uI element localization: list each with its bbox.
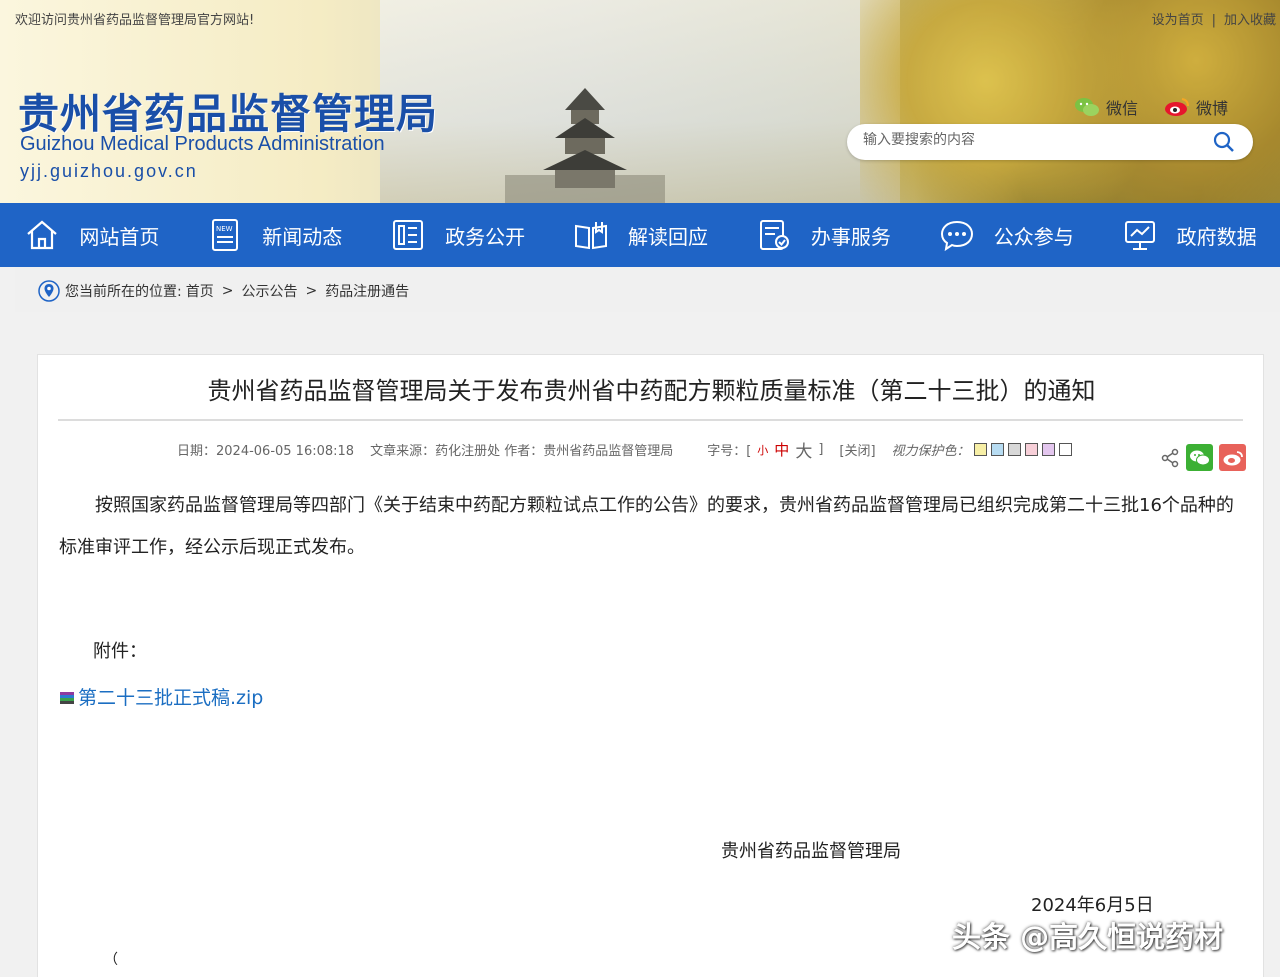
attachment-label: 附件：: [93, 641, 147, 662]
eye-color-purple[interactable]: [1041, 443, 1055, 456]
location-pin-icon: [38, 280, 60, 302]
weibo-icon: [1165, 98, 1190, 116]
pavilion-illustration: [505, 88, 665, 203]
share-icon[interactable]: [1160, 448, 1180, 468]
font-size-small[interactable]: 小: [757, 442, 768, 458]
signer: 贵州省药品监督管理局: [721, 841, 901, 862]
breadcrumb-separator: >: [221, 283, 234, 299]
breadcrumb-prefix: 您当前所在的位置:: [65, 284, 182, 300]
home-icon: [27, 220, 58, 250]
service-icon: [759, 220, 789, 250]
site-logo-english: Guizhou Medical Products Administration: [20, 133, 385, 155]
font-size-label: 字号：[: [707, 444, 752, 459]
attachment-link[interactable]: 第二十三批正式稿.zip: [59, 683, 263, 710]
set-home-link[interactable]: 设为首页: [1152, 13, 1204, 28]
link-separator: |: [1211, 13, 1216, 28]
nav-item-gov-data[interactable]: 政府数据: [1097, 203, 1280, 267]
header-banner: 欢迎访问贵州省药品监督管理局官方网站! 设为首页 | 加入收藏 贵州省药品监督管理局…: [0, 0, 1280, 203]
weibo-icon: [1223, 450, 1243, 465]
breadcrumb-separator: >: [305, 283, 318, 299]
article-meta: 日期：2024-06-05 16:08:18 文章来源：药化注册处 作者：贵州省…: [177, 437, 1072, 462]
search-input[interactable]: [863, 132, 1193, 148]
nav-label: 办事服务: [810, 224, 891, 249]
eye-color-gray[interactable]: [1007, 443, 1021, 456]
title-divider: [58, 419, 1243, 421]
book-icon: [575, 222, 607, 250]
search-box: [847, 124, 1253, 160]
nav-label: 公众参与: [993, 224, 1074, 249]
eye-color-pink[interactable]: [1024, 443, 1038, 456]
article-body: 按照国家药品监督管理局等四部门《关于结束中药配方颗粒试点工作的公告》的要求，贵州…: [59, 485, 1245, 569]
weibo-link[interactable]: 微博: [1164, 95, 1228, 119]
welcome-text: 欢迎访问贵州省药品监督管理局官方网站!: [15, 13, 255, 28]
nav-label: 政府数据: [1176, 224, 1257, 249]
wechat-icon: [1189, 450, 1210, 465]
article-title: 贵州省药品监督管理局关于发布贵州省中药配方颗粒质量标准（第二十三批）的通知: [207, 377, 1096, 405]
eye-color-white[interactable]: [1058, 443, 1072, 456]
text-fragment: （: [104, 952, 118, 968]
add-favorite-link[interactable]: 加入收藏: [1224, 13, 1276, 28]
font-size-end: ]: [818, 442, 824, 457]
nav-item-home[interactable]: 网站首页: [0, 203, 183, 267]
document-icon: [393, 220, 424, 250]
share-weibo-button[interactable]: [1219, 444, 1246, 471]
data-icon: [1124, 221, 1155, 250]
main-nav: 网站首页 NEW 新闻动态 政务公开 解读回应 办事服务 公众参与 政府数据: [0, 203, 1280, 267]
article-paragraph: 按照国家药品监督管理局等四部门《关于结束中药配方颗粒试点工作的公告》的要求，贵州…: [59, 495, 1234, 558]
news-icon: NEW: [212, 219, 239, 251]
wechat-label: 微信: [1106, 99, 1139, 118]
wechat-icon: [1075, 98, 1099, 116]
close-link[interactable]: [关闭]: [839, 440, 875, 459]
top-links: 设为首页 | 加入收藏: [1152, 9, 1276, 28]
breadcrumb: 您当前所在的位置: 首页 > 公示公告 > 药品注册通告: [37, 279, 409, 303]
eye-color-yellow[interactable]: [973, 443, 987, 456]
zip-file-icon: [60, 691, 74, 704]
breadcrumb-bar: 您当前所在的位置: 首页 > 公示公告 > 药品注册通告: [15, 267, 1280, 312]
site-url: yjj.guizhou.gov.cn: [20, 161, 198, 181]
nav-item-participation[interactable]: 公众参与: [914, 203, 1097, 267]
social-links: 微信 微博: [1074, 95, 1246, 119]
nav-label: 解读回应: [628, 224, 708, 249]
eye-protection-label: 视力保护色：: [891, 444, 970, 459]
nav-item-public-affairs[interactable]: 政务公开: [366, 203, 549, 267]
eye-color-blue[interactable]: [990, 443, 1004, 456]
publish-date: 日期：2024-06-05 16:08:18: [177, 444, 355, 459]
nav-label: 政务公开: [445, 224, 526, 249]
search-icon[interactable]: [1213, 131, 1235, 153]
site-logo-title[interactable]: 贵州省药品监督管理局: [18, 80, 438, 140]
wechat-link[interactable]: 微信: [1074, 95, 1138, 119]
nav-item-services[interactable]: 办事服务: [731, 203, 914, 267]
nav-label: 网站首页: [79, 224, 160, 249]
font-size-large[interactable]: 大: [795, 437, 812, 462]
breadcrumb-notices[interactable]: 公示公告: [241, 281, 297, 301]
breadcrumb-home[interactable]: 首页: [186, 281, 214, 301]
attachment-filename: 第二十三批正式稿.zip: [78, 687, 264, 709]
svg-text:NEW: NEW: [216, 225, 233, 233]
font-size-medium[interactable]: 中: [774, 439, 789, 460]
watermark: 头条 @高久恒说药材: [952, 920, 1224, 954]
weibo-label: 微博: [1196, 99, 1229, 118]
nav-label: 新闻动态: [262, 224, 343, 249]
share-wechat-button[interactable]: [1186, 444, 1213, 471]
nav-item-news[interactable]: NEW 新闻动态: [183, 203, 366, 267]
share-tools: [1160, 444, 1246, 471]
article-panel: 贵州省药品监督管理局关于发布贵州省中药配方颗粒质量标准（第二十三批）的通知 日期…: [37, 354, 1264, 977]
nav-item-interpretation[interactable]: 解读回应: [549, 203, 732, 267]
breadcrumb-drug-registration[interactable]: 药品注册通告: [325, 281, 409, 301]
top-bar: 欢迎访问贵州省药品监督管理局官方网站! 设为首页 | 加入收藏: [0, 0, 1280, 34]
article-source: 文章来源：药化注册处 作者：贵州省药品监督管理局: [370, 444, 674, 459]
chat-icon: [940, 220, 973, 252]
